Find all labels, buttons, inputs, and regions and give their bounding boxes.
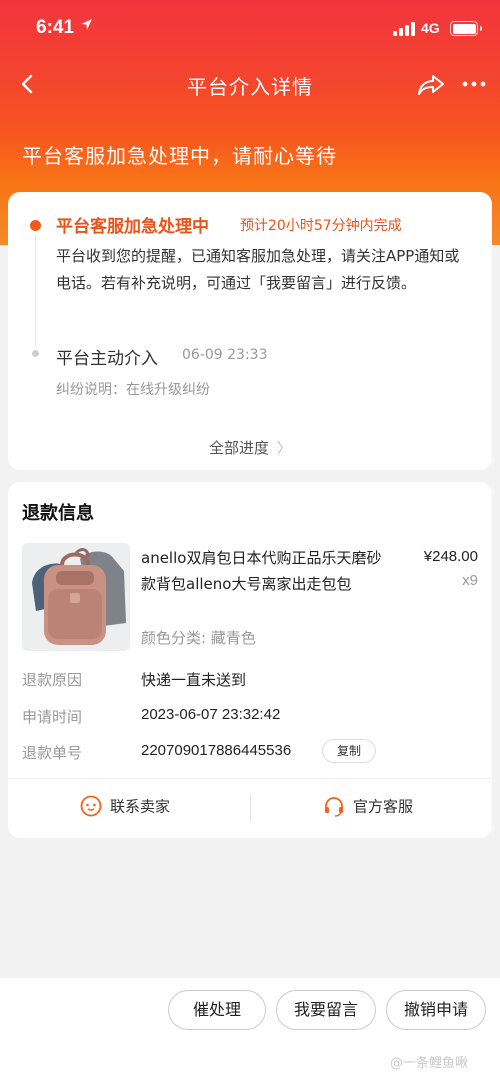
apply-time-value: 2023-06-07 23:32:42 [141, 706, 281, 723]
refund-info-card: 退款信息 anello双肩包日本代购正品乐天磨砂款背包alleno大号离家出走包… [8, 482, 492, 838]
status-bar: 6:41 4G [0, 0, 500, 58]
contact-seller-label: 联系卖家 [110, 797, 171, 816]
copy-button[interactable]: 复制 [322, 739, 376, 763]
more-icon[interactable] [460, 70, 488, 98]
share-icon[interactable] [416, 71, 446, 99]
contact-seller-button[interactable]: 联系卖家 [80, 795, 170, 817]
cancel-request-button[interactable]: 撤销申请 [386, 990, 486, 1030]
leave-message-button[interactable]: 我要留言 [276, 990, 376, 1030]
timeline-dot [32, 350, 39, 357]
apply-time-label: 申请时间 [22, 708, 83, 726]
product-price: ¥248.00 [423, 548, 478, 565]
battery-icon [450, 21, 482, 36]
refund-reason-value: 快递一直未送到 [141, 671, 247, 689]
chevron-right-icon: 〉 [277, 441, 291, 457]
refund-number-value: 2207090178864455​36 [141, 742, 292, 759]
banner-text: 平台客服加急处理中，请耐心等待 [22, 144, 337, 168]
all-progress-label: 全部进度 [208, 439, 269, 457]
product-image[interactable] [22, 543, 130, 651]
previous-step-description: 纠纷说明：在线升级纠纷 [56, 382, 210, 398]
network-type: 4G [421, 20, 440, 36]
signal-icon [393, 22, 417, 36]
location-arrow-icon [81, 19, 92, 30]
seller-chat-icon [80, 795, 102, 817]
status-banner: 平台客服加急处理中，请耐心等待 [0, 112, 500, 192]
current-step-title: 平台客服加急处理中 [56, 217, 209, 237]
previous-step-title: 平台主动介入 [56, 349, 158, 369]
refund-section-title: 退款信息 [22, 503, 94, 524]
current-step-eta: 预计20小时57分钟内完成 [240, 218, 402, 234]
refund-reason-label: 退款原因 [22, 671, 83, 689]
previous-step-time: 06-09 23:33 [182, 347, 268, 363]
divider [8, 778, 492, 779]
official-service-label: 官方客服 [353, 797, 414, 816]
all-progress-link[interactable]: 全部进度〉 [8, 437, 492, 458]
current-step-description: 平台收到您的提醒，已通知客服加急处理，请关注APP通知或电话。若有补充说明，可通… [56, 247, 460, 292]
status-time: 6:41 [36, 17, 75, 38]
product-quantity: x9 [462, 572, 478, 589]
nav-bar: 平台介入详情 [0, 58, 500, 112]
watermark: @一条鲤鱼啾 [390, 1056, 469, 1071]
refund-number-label: 退款单号 [22, 744, 83, 762]
timeline-dot-active [30, 220, 41, 231]
product-sku: 颜色分类: 藏青色 [141, 629, 256, 647]
action-separator [250, 794, 251, 822]
product-name[interactable]: anello双肩包日本代购正品乐天磨砂款背包alleno大号离家出走包包 [141, 545, 391, 597]
official-service-button[interactable]: 官方客服 [323, 795, 413, 817]
urge-button[interactable]: 催处理 [168, 990, 266, 1030]
progress-card: 平台客服加急处理中 预计20小时57分钟内完成 平台收到您的提醒，已通知客服加急… [8, 192, 492, 470]
headset-icon [325, 797, 343, 817]
timeline-line [35, 236, 36, 346]
